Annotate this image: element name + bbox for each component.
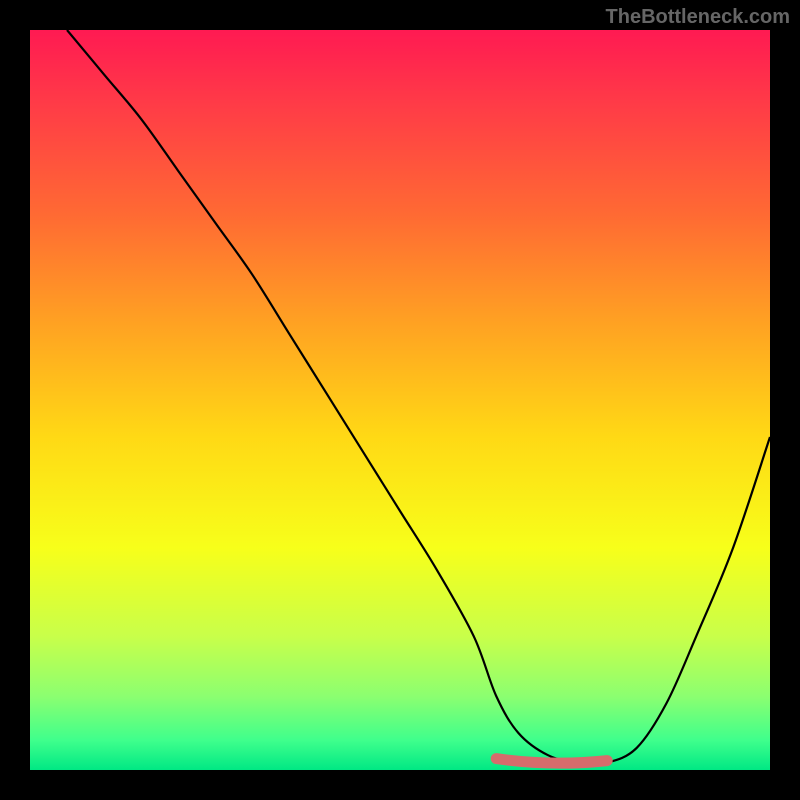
gradient-rect <box>30 30 770 770</box>
watermark-text: TheBottleneck.com <box>606 6 790 29</box>
stage: TheBottleneck.com <box>0 0 800 800</box>
plot-area <box>30 30 770 770</box>
gradient-background <box>30 30 770 770</box>
